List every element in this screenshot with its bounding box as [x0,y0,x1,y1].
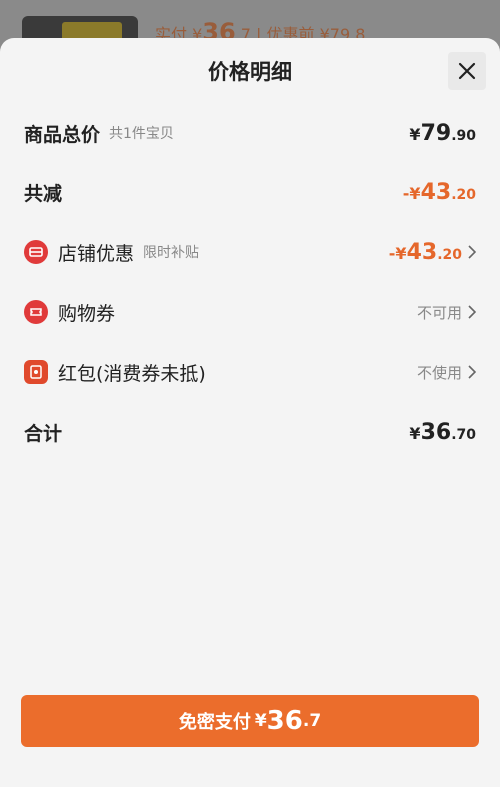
pay-amount: 36 [266,706,303,736]
red-packet-icon [24,360,48,384]
coupon-status: 不可用 [417,302,476,323]
shop-discount-price: - ¥43.20 [389,240,476,265]
row-red-packet[interactable]: 红包(消费券未抵) 不使用 [24,355,476,389]
row-goods-total: 商品总价 共1件宝贝 ¥79.90 [24,116,476,150]
row-label: 红包(消费券未抵) [58,362,206,385]
pay-yen: ¥ [254,711,267,731]
row-label: 商品总价 [24,123,101,146]
shop-icon [24,240,48,264]
coupon-icon [24,300,48,324]
close-button[interactable] [448,52,486,90]
pay-decimal: .7 [302,711,322,731]
goods-total-price: ¥79.90 [409,120,476,146]
row-sublabel: 限时补贴 [143,245,200,261]
total-discount-price: - ¥43.20 [402,179,476,205]
chevron-right-icon [468,365,476,379]
row-shop-discount[interactable]: 店铺优惠 限时补贴 - ¥43.20 [24,235,476,269]
row-label: 合计 [24,422,63,445]
price-detail-sheet: 价格明细 商品总价 共1件宝贝 ¥79.90 共减 - ¥43.20 店铺优惠 限… [0,38,500,787]
chevron-right-icon [468,305,476,319]
sheet-title: 价格明细 [208,60,292,84]
row-total-discount: 共减 - ¥43.20 [24,175,476,209]
row-label: 店铺优惠 [58,242,135,265]
row-grand-total: 合计 ¥36.70 [24,415,476,449]
row-shopping-coupon[interactable]: 购物券 不可用 [24,295,476,329]
row-label: 购物券 [58,302,116,325]
chevron-right-icon [468,245,476,259]
close-icon [458,62,476,80]
row-label: 共减 [24,182,63,205]
row-sublabel: 共1件宝贝 [109,126,174,142]
grand-total-price: ¥36.70 [409,419,476,445]
red-packet-status: 不使用 [417,362,476,383]
pay-button[interactable]: 免密支付 ¥36.7 [21,695,479,747]
pay-button-label: 免密支付 [178,712,251,733]
